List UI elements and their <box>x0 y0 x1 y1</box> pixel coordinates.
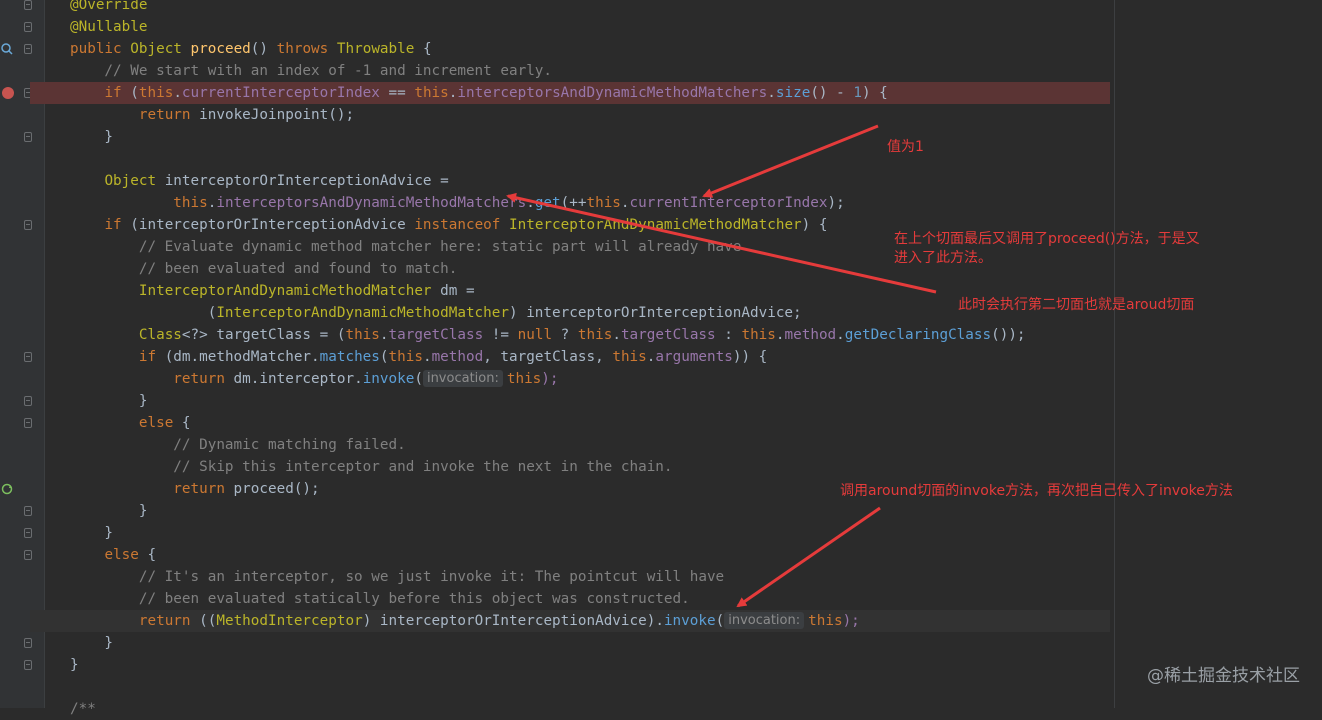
code-line[interactable]: } <box>70 522 1110 544</box>
code-text: Class<?> targetClass = (this.targetClass… <box>138 327 1026 343</box>
recursive-call-icon <box>1 483 13 495</box>
parameter-hint: invocation: <box>724 612 805 629</box>
code-line[interactable] <box>70 676 1110 698</box>
code-text: if (interceptorOrInterceptionAdvice inst… <box>104 217 828 233</box>
code-text: Object interceptorOrInterceptionAdvice = <box>104 173 449 189</box>
code-line[interactable]: // We start with an index of -1 and incr… <box>70 60 1110 82</box>
code-text: InterceptorAndDynamicMethodMatcher dm = <box>138 283 475 299</box>
annotation-proceed-again-2: 进入了此方法。 <box>894 250 992 266</box>
comment-text: // been evaluated and found to match. <box>70 261 458 277</box>
comment-text: // It's an interceptor, so we just invok… <box>70 569 725 585</box>
code-text: this); <box>506 371 559 387</box>
code-line[interactable]: // been evaluated statically before this… <box>70 588 1110 610</box>
fold-marker-icon[interactable] <box>24 550 32 560</box>
code-text: } <box>70 503 148 519</box>
code-line[interactable]: else { <box>70 544 1110 566</box>
code-line[interactable]: return dm.interceptor.invoke(invocation:… <box>70 368 1110 390</box>
parameter-hint: invocation: <box>422 370 503 387</box>
fold-marker-icon[interactable] <box>24 506 32 516</box>
fold-marker-icon[interactable] <box>24 220 32 230</box>
code-line[interactable]: } <box>70 654 1110 676</box>
code-text: this); <box>808 613 860 629</box>
fold-marker-icon[interactable] <box>24 352 32 362</box>
fold-marker-icon[interactable] <box>24 132 32 142</box>
code-text: this.interceptorsAndDynamicMethodMatcher… <box>173 195 845 211</box>
code-text: else { <box>104 547 157 563</box>
code-line[interactable]: @Override <box>70 0 1110 16</box>
annotation-token: @Override <box>70 0 148 13</box>
fold-marker-icon[interactable] <box>24 638 32 648</box>
code-line[interactable]: Class<?> targetClass = (this.targetClass… <box>70 324 1110 346</box>
code-line[interactable]: Object interceptorOrInterceptionAdvice = <box>70 170 1110 192</box>
implements-method-icon[interactable] <box>1 43 13 55</box>
comment-text: // Evaluate dynamic method matcher here:… <box>70 239 742 255</box>
annotation-value-is-one: 值为1 <box>887 139 924 155</box>
editor-gutter[interactable] <box>0 0 44 708</box>
code-text: else { <box>138 415 191 431</box>
code-text: } <box>70 393 148 409</box>
code-line[interactable]: // Dynamic matching failed. <box>70 434 1110 456</box>
code-text: return ((MethodInterceptor) interceptorO… <box>138 613 725 629</box>
code-text: return proceed(); <box>173 481 320 497</box>
code-text: } <box>70 525 114 541</box>
gutter-separator <box>44 0 45 708</box>
watermark: @稀土掘金技术社区 <box>1147 666 1300 686</box>
fold-marker-icon[interactable] <box>24 44 32 54</box>
code-text: if (this.currentInterceptorIndex == this… <box>104 85 888 101</box>
code-line[interactable]: public Object proceed() throws Throwable… <box>70 38 1110 60</box>
fold-marker-icon[interactable] <box>24 660 32 670</box>
code-line[interactable]: // It's an interceptor, so we just invok… <box>70 566 1110 588</box>
code-line[interactable]: } <box>70 390 1110 412</box>
fold-marker-icon[interactable] <box>24 418 32 428</box>
current-line[interactable]: return ((MethodInterceptor) interceptorO… <box>30 610 1110 632</box>
annotation-invoke-around: 调用around切面的invoke方法，再次把自己传入了invoke方法 <box>840 483 1233 499</box>
code-line[interactable]: } <box>70 126 1110 148</box>
code-text: public Object proceed() throws Throwable… <box>70 41 432 57</box>
code-text: } <box>70 657 79 673</box>
code-line[interactable]: else { <box>70 412 1110 434</box>
fold-marker-icon[interactable] <box>24 528 32 538</box>
code-line[interactable]: // Skip this interceptor and invoke the … <box>70 456 1110 478</box>
code-text: if (dm.methodMatcher.matches(this.method… <box>138 349 768 365</box>
right-margin-guide <box>1114 0 1115 708</box>
breakpoint-icon[interactable] <box>2 87 14 99</box>
code-area[interactable]: @Override @Nullable public Object procee… <box>30 0 1110 720</box>
code-editor[interactable]: @Override @Nullable public Object procee… <box>0 0 1322 717</box>
code-line[interactable]: } <box>70 500 1110 522</box>
code-text: (InterceptorAndDynamicMethodMatcher) int… <box>70 305 802 321</box>
comment-text: // been evaluated statically before this… <box>70 591 690 607</box>
comment-text: // Skip this interceptor and invoke the … <box>70 459 673 475</box>
code-text: return invokeJoinpoint(); <box>138 107 355 123</box>
annotation-proceed-again: 在上个切面最后又调用了proceed()方法，于是又 <box>894 231 1200 247</box>
code-line[interactable]: } <box>70 632 1110 654</box>
code-line[interactable]: return invokeJoinpoint(); <box>70 104 1110 126</box>
code-line[interactable]: if (dm.methodMatcher.matches(this.method… <box>70 346 1110 368</box>
code-text: return dm.interceptor.invoke( <box>173 371 423 387</box>
code-line[interactable]: /** <box>70 698 1110 720</box>
code-line[interactable]: (InterceptorAndDynamicMethodMatcher) int… <box>70 302 1110 324</box>
fold-marker-icon[interactable] <box>24 396 32 406</box>
code-line[interactable] <box>70 148 1110 170</box>
fold-marker-icon[interactable] <box>24 22 32 32</box>
comment-text: // Dynamic matching failed. <box>70 437 406 453</box>
breakpoint-line[interactable]: if (this.currentInterceptorIndex == this… <box>30 82 1110 104</box>
comment-text: /** <box>70 701 96 717</box>
code-line[interactable]: InterceptorAndDynamicMethodMatcher dm = <box>70 280 1110 302</box>
code-line[interactable]: @Nullable <box>70 16 1110 38</box>
annotation-second-aspect: 此时会执行第二切面也就是aroud切面 <box>958 297 1195 313</box>
comment-text: // We start with an index of -1 and incr… <box>70 63 553 79</box>
code-line[interactable]: this.interceptorsAndDynamicMethodMatcher… <box>70 192 1110 214</box>
code-text: } <box>70 129 114 145</box>
annotation-token: @Nullable <box>70 19 148 35</box>
code-text: } <box>70 635 114 651</box>
fold-marker-icon[interactable] <box>24 0 32 10</box>
